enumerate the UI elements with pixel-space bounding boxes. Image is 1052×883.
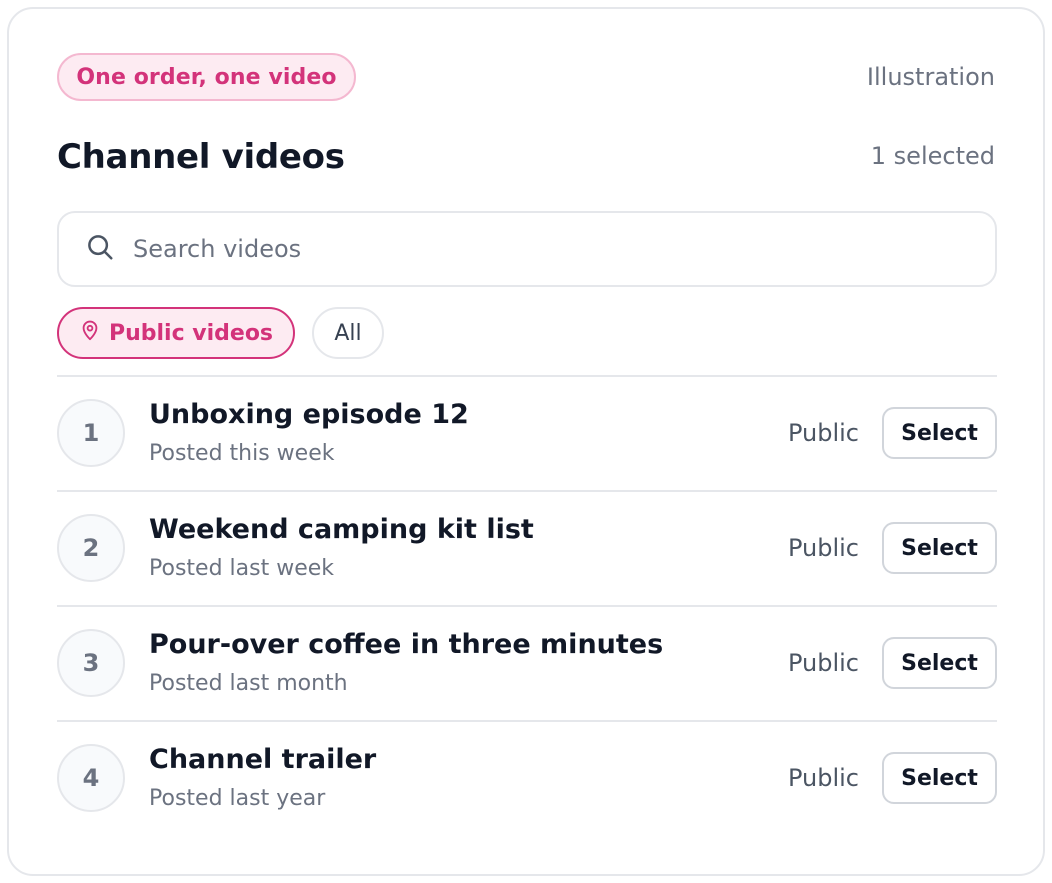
- page-title: Channel videos: [57, 137, 345, 177]
- video-visibility: Public: [787, 649, 859, 677]
- video-posted: Posted last year: [149, 786, 326, 811]
- channel-videos-card: One order, one video Illustration Channe…: [7, 7, 1045, 876]
- video-number: 1: [57, 399, 125, 467]
- select-button[interactable]: Select: [882, 752, 997, 804]
- video-list: 1 Unboxing episode 12 Posted this week P…: [57, 375, 997, 835]
- video-title: Pour-over coffee in three minutes: [149, 629, 664, 660]
- video-visibility: Public: [787, 534, 859, 562]
- select-button[interactable]: Select: [882, 522, 997, 574]
- location-pin-icon: [79, 318, 101, 348]
- video-row: 4 Channel trailer Posted last year Publi…: [57, 720, 997, 835]
- search-icon: [85, 232, 115, 266]
- video-posted: Posted last month: [149, 671, 348, 696]
- filter-label: Public videos: [108, 320, 274, 346]
- filter-all[interactable]: All: [312, 307, 384, 359]
- video-title: Channel trailer: [149, 744, 377, 775]
- video-number: 3: [57, 629, 125, 697]
- search-input[interactable]: [133, 235, 953, 263]
- video-row: 2 Weekend camping kit list Posted last w…: [57, 490, 997, 605]
- order-tag-label: One order, one video: [76, 64, 337, 90]
- video-number: 2: [57, 514, 125, 582]
- video-title: Unboxing episode 12: [149, 399, 469, 430]
- select-button[interactable]: Select: [882, 637, 997, 689]
- video-number: 4: [57, 744, 125, 812]
- search-box[interactable]: [57, 211, 997, 287]
- select-button[interactable]: Select: [882, 407, 997, 459]
- filter-public-videos[interactable]: Public videos: [57, 307, 295, 359]
- illustration-label: Illustration: [866, 63, 995, 91]
- video-title: Weekend camping kit list: [149, 514, 534, 545]
- video-row: 1 Unboxing episode 12 Posted this week P…: [57, 375, 997, 490]
- filter-label: All: [334, 320, 362, 346]
- video-row: 3 Pour-over coffee in three minutes Post…: [57, 605, 997, 720]
- video-posted: Posted last week: [149, 556, 335, 581]
- video-posted: Posted this week: [149, 441, 335, 466]
- video-visibility: Public: [787, 419, 859, 447]
- order-tag-pill: One order, one video: [57, 53, 356, 101]
- video-visibility: Public: [787, 764, 859, 792]
- selected-count: 1 selected: [870, 142, 995, 170]
